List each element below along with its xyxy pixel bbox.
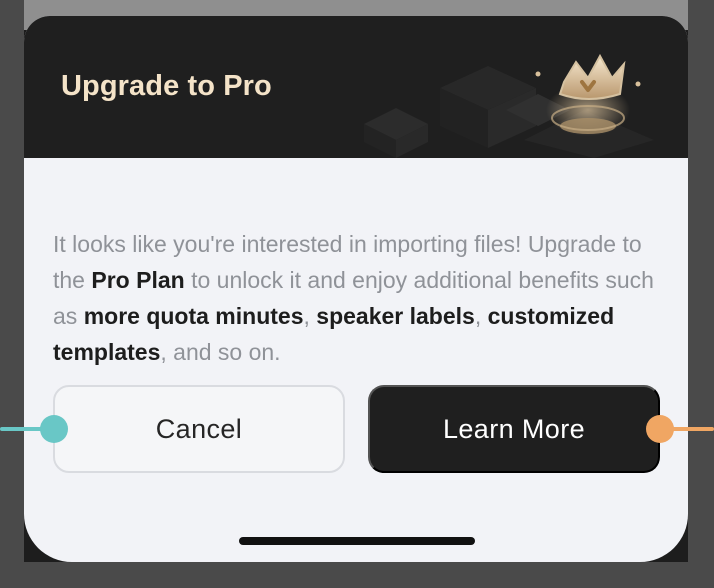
crown-sparkle bbox=[535, 71, 541, 77]
quota-minutes-highlight: more quota minutes bbox=[83, 303, 304, 329]
crown-pedestal bbox=[560, 118, 616, 134]
modal-title: Upgrade to Pro bbox=[61, 70, 272, 102]
crown-icon bbox=[364, 53, 654, 158]
crown-shape bbox=[558, 53, 626, 100]
modal-header: Upgrade to Pro bbox=[24, 16, 688, 158]
home-indicator bbox=[239, 537, 475, 545]
orange-connector-dot bbox=[646, 415, 674, 443]
upgrade-message: It looks like you're interested in impor… bbox=[53, 226, 663, 370]
message-separator: , bbox=[474, 303, 488, 329]
crown-sparkle bbox=[635, 81, 641, 87]
pro-plan-highlight: Pro Plan bbox=[91, 267, 185, 293]
speaker-labels-highlight: speaker labels bbox=[316, 303, 475, 329]
upgrade-screen: Upgrade to Pro It looks like you're inte… bbox=[0, 0, 714, 588]
cancel-button[interactable]: Cancel bbox=[53, 385, 345, 473]
upgrade-modal: Upgrade to Pro It looks like you're inte… bbox=[24, 16, 688, 562]
message-ending: , and so on. bbox=[160, 339, 281, 365]
learn-more-button[interactable]: Learn More bbox=[368, 385, 660, 473]
message-separator: , bbox=[303, 303, 317, 329]
teal-connector-dot bbox=[40, 415, 68, 443]
